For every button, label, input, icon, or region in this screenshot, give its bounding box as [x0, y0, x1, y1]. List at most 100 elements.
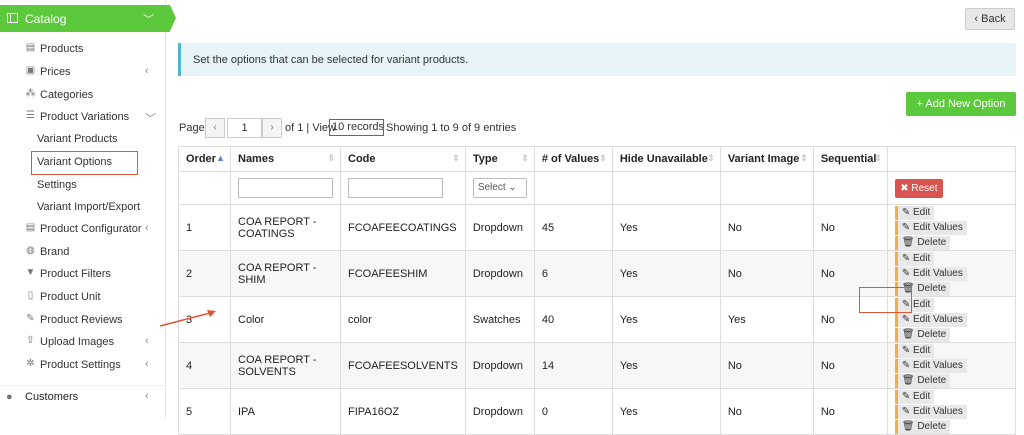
- sidebar: Catalog ﹀ ▤ Products ▣ Prices ‹ ⁂ Catego…: [0, 0, 176, 418]
- code-filter-input[interactable]: [348, 178, 443, 198]
- next-page-button[interactable]: ›: [262, 118, 282, 138]
- cell-name: IPA: [230, 388, 341, 435]
- sidebar-item-prices[interactable]: ▣ Prices ‹: [0, 62, 166, 82]
- cell-image: No: [719, 204, 814, 251]
- sidebar-item-product-variations[interactable]: ☰ Product Variations ﹀: [0, 107, 166, 127]
- sidebar-item-product-settings[interactable]: ✲ Product Settings ‹: [0, 355, 166, 375]
- col-order[interactable]: Order ▲: [178, 146, 231, 172]
- table-row: 1 COA REPORT - COATINGS FCOAFEECOATINGS …: [178, 204, 1017, 251]
- sidebar-sub-settings[interactable]: Settings: [37, 179, 77, 191]
- edit-values-label: Edit Values: [913, 406, 963, 417]
- sort-icon: ⇕: [521, 153, 529, 163]
- sidebar-item-product-unit[interactable]: ▯ Product Unit: [0, 287, 166, 307]
- edit-icon: ✎: [901, 391, 911, 402]
- edit-button[interactable]: ✎ Edit: [894, 390, 935, 404]
- sidebar-item-label: Upload Images: [40, 336, 114, 348]
- sidebar-item-upload-images[interactable]: ⇪ Upload Images ‹: [0, 332, 166, 352]
- cell-hide: Yes: [611, 250, 721, 297]
- prev-page-button[interactable]: ‹: [205, 118, 225, 138]
- edit-values-button[interactable]: ✎ Edit Values: [894, 313, 967, 327]
- cell-type: Dropdown: [464, 342, 535, 389]
- edit-button[interactable]: ✎ Edit: [894, 252, 935, 266]
- cell-image: No: [719, 388, 814, 435]
- sidebar-item-label: Prices: [40, 66, 71, 78]
- sidebar-sub-variant-import-export[interactable]: Variant Import/Export: [37, 201, 140, 213]
- edit-icon: ✎: [901, 406, 911, 417]
- edit-values-label: Edit Values: [913, 360, 963, 371]
- delete-button[interactable]: 🗑 Delete: [894, 374, 951, 388]
- table-row: 4 COA REPORT - SOLVENTS FCOAFEESOLVENTS …: [178, 342, 1017, 389]
- edit-values-button[interactable]: ✎ Edit Values: [894, 221, 967, 235]
- edit-button[interactable]: ✎ Edit: [894, 206, 935, 220]
- cell-hide: Yes: [611, 296, 721, 343]
- type-filter-select[interactable]: Select ⌄: [472, 178, 527, 198]
- edit-values-button[interactable]: ✎ Edit Values: [894, 267, 967, 281]
- chevron-left-icon: ‹: [145, 222, 149, 234]
- sidebar-item-product-configurator[interactable]: ▤ Product Configurator ‹: [0, 219, 166, 239]
- edit-label: Edit: [913, 207, 931, 218]
- col-type[interactable]: Type ⇕: [464, 146, 535, 172]
- edit-label: Edit: [913, 391, 931, 402]
- view-select[interactable]: 10 records: [329, 119, 384, 136]
- edit-icon: ✎: [901, 222, 911, 233]
- cell-actions: ✎ Edit✎ Edit Values 🗑 Delete: [886, 388, 1017, 435]
- filter-cell: [812, 171, 888, 205]
- filter-cell: ✖ Reset: [886, 171, 1017, 205]
- delete-label: Delete: [917, 421, 947, 432]
- sidebar-item-categories[interactable]: ⁂ Categories: [0, 85, 166, 105]
- sidebar-item-label: Product Reviews: [40, 314, 123, 326]
- sidebar-item-brand[interactable]: ◍ Brand: [0, 242, 166, 262]
- names-filter-input[interactable]: [238, 178, 333, 198]
- cell-actions: ✎ Edit✎ Edit Values 🗑 Delete: [886, 342, 1017, 389]
- delete-button[interactable]: 🗑 Delete: [894, 420, 951, 434]
- col-values[interactable]: # of Values ⇕: [533, 146, 613, 172]
- cell-actions: ✎ Edit✎ Edit Values 🗑 Delete: [886, 204, 1017, 251]
- col-code[interactable]: Code ⇕: [340, 146, 466, 172]
- trash-icon: 🗑: [901, 421, 915, 432]
- sidebar-item-product-filters[interactable]: ▼ Product Filters: [0, 264, 166, 284]
- sidebar-catalog-header[interactable]: Catalog ﹀: [0, 5, 176, 32]
- col-label: Type: [472, 153, 498, 165]
- col-label: Code: [348, 153, 376, 165]
- reset-button[interactable]: ✖ Reset: [894, 178, 943, 198]
- trash-icon: 🗑: [901, 329, 915, 340]
- page-input[interactable]: 1: [227, 118, 262, 138]
- arrow-line: [159, 312, 211, 327]
- cell-code: FCOAFEESOLVENTS: [340, 342, 466, 389]
- edit-icon: ✎: [901, 360, 911, 371]
- col-hide-unavailable[interactable]: Hide Unavailable ⇕: [611, 146, 721, 172]
- filter-row: Select ⌄ ✖ Reset: [178, 171, 1017, 205]
- cell-code: FCOAFEESHIM: [340, 250, 466, 297]
- edit-button[interactable]: ✎ Edit: [894, 344, 935, 358]
- sidebar-item-label: Product Filters: [40, 268, 111, 280]
- col-label: Sequential: [820, 153, 877, 165]
- edit-icon: ✎: [901, 314, 911, 325]
- cell-name: Color: [230, 296, 341, 343]
- cell-hide: Yes: [611, 342, 721, 389]
- sidebar-sub-variant-products[interactable]: Variant Products: [37, 133, 118, 145]
- highlight-box: [31, 151, 138, 175]
- edit-values-button[interactable]: ✎ Edit Values: [894, 405, 967, 419]
- cell-image: Yes: [719, 296, 814, 343]
- edit-values-button[interactable]: ✎ Edit Values: [894, 359, 967, 373]
- sidebar-item-products[interactable]: ▤ Products: [0, 39, 166, 59]
- delete-button[interactable]: 🗑 Delete: [894, 328, 951, 342]
- chevron-left-icon: ‹: [145, 65, 149, 77]
- cell-values: 14: [533, 342, 613, 389]
- annotation-arrow: [159, 310, 216, 327]
- add-new-option-button[interactable]: + Add New Option: [906, 92, 1016, 116]
- edit-icon: ✎: [901, 207, 911, 218]
- col-variant-image[interactable]: Variant Image ⇕: [719, 146, 814, 172]
- col-label: Names: [238, 153, 275, 165]
- col-names[interactable]: Names ⇕: [230, 146, 341, 172]
- col-label: Variant Image: [727, 153, 800, 165]
- sidebar-item-customers[interactable]: ● Customers ‹: [0, 385, 166, 407]
- sort-icon: ⇕: [599, 153, 607, 163]
- delete-button[interactable]: 🗑 Delete: [894, 236, 951, 250]
- col-sequential[interactable]: Sequential ⇕: [812, 146, 888, 172]
- cell-type: Dropdown: [464, 204, 535, 251]
- delete-label: Delete: [917, 375, 947, 386]
- edit-label: Edit: [913, 253, 931, 264]
- sidebar-item-product-reviews[interactable]: ✎ Product Reviews: [0, 310, 166, 330]
- back-button[interactable]: ‹ Back: [965, 8, 1015, 30]
